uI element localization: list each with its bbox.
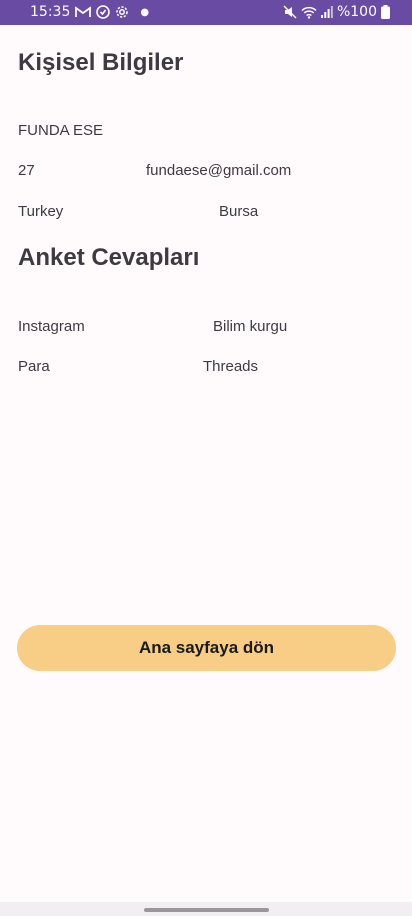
gesture-handle[interactable] (144, 908, 269, 912)
notification-dot-icon: ● (140, 6, 150, 18)
home-button[interactable]: Ana sayfaya dön (17, 625, 396, 671)
age-text: 27 (18, 162, 35, 179)
personal-info-title: Kişisel Bilgiler (18, 49, 184, 76)
shield-icon (96, 4, 111, 20)
battery-icon (381, 4, 390, 20)
city-text: Bursa (219, 203, 259, 220)
battery-percent: %100 (336, 4, 377, 20)
survey-answer-4: Threads (203, 358, 259, 375)
survey-answer-1: Instagram (18, 318, 85, 335)
wifi-icon (301, 4, 317, 20)
survey-answers-title: Anket Cevapları (18, 244, 200, 271)
email-text: fundaese@gmail.com (146, 162, 292, 179)
survey-answer-3: Para (18, 358, 50, 375)
settings-gear-icon (115, 4, 129, 20)
status-bar-right: %100 (283, 4, 390, 20)
status-bar-left: 15:35 ● (30, 4, 149, 20)
signal-icon (320, 4, 333, 20)
mute-icon (283, 4, 297, 20)
country-text: Turkey (18, 203, 64, 220)
status-bar: 15:35 ● %100 (0, 0, 412, 25)
survey-answer-2: Bilim kurgu (213, 318, 288, 335)
status-time: 15:35 (30, 4, 71, 20)
navigation-bar (0, 902, 412, 916)
gmail-icon (75, 4, 92, 20)
name-text: FUNDA ESE (18, 122, 104, 139)
